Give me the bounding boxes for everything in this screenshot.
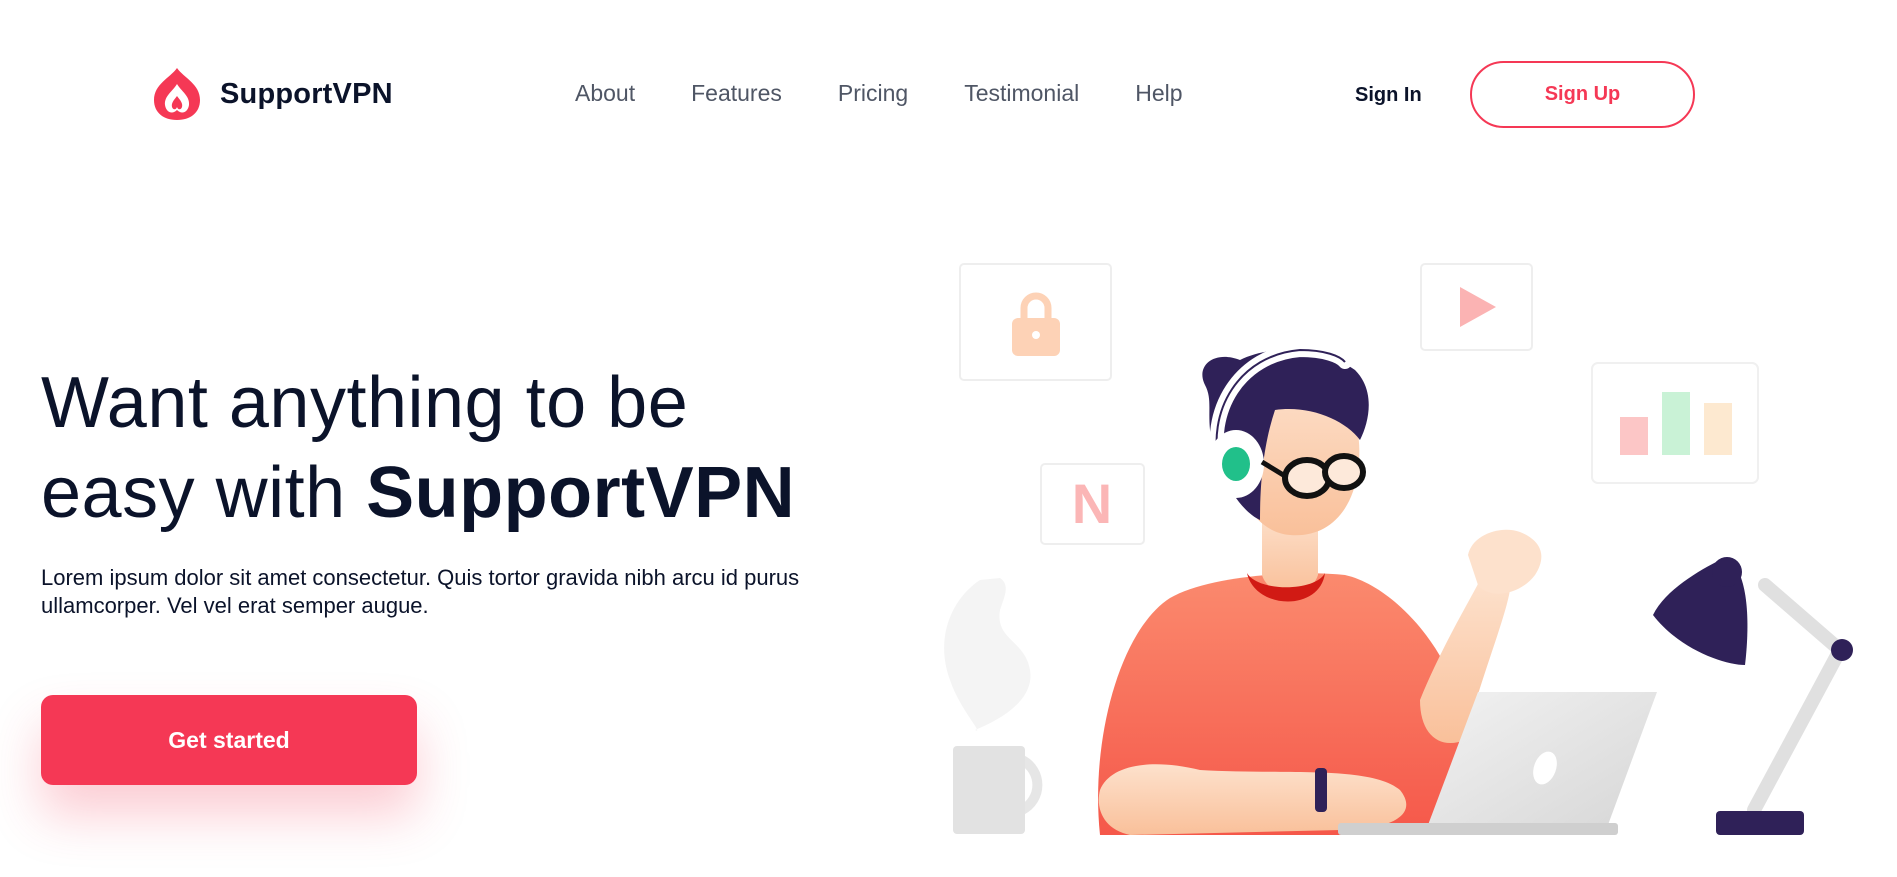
- hero-headline: Want anything to be easy with SupportVPN: [41, 358, 795, 538]
- headline-brand: SupportVPN: [366, 453, 796, 533]
- sign-in-link[interactable]: Sign In: [1355, 84, 1422, 107]
- sign-up-button[interactable]: Sign Up: [1470, 61, 1695, 128]
- nav-about[interactable]: About: [575, 80, 635, 107]
- netflix-card: N: [1040, 463, 1145, 545]
- main-nav: About Features Pricing Testimonial Help: [575, 80, 1183, 107]
- headline-line-1: Want anything to be: [41, 363, 689, 443]
- chart-card: [1591, 362, 1759, 484]
- desk-lamp-icon: [1653, 557, 1853, 835]
- play-card: [1420, 263, 1533, 351]
- nav-features[interactable]: Features: [691, 80, 782, 107]
- coffee-mug-icon: [953, 746, 1043, 834]
- lock-card: [959, 263, 1112, 381]
- brand-logo[interactable]: SupportVPN: [150, 66, 393, 122]
- vpn-logo-icon: [154, 68, 200, 120]
- nav-pricing[interactable]: Pricing: [838, 80, 908, 107]
- netflix-icon: N: [1072, 472, 1112, 535]
- headline-line-2-prefix: easy with: [41, 453, 367, 533]
- nav-help[interactable]: Help: [1135, 80, 1182, 107]
- nav-testimonial[interactable]: Testimonial: [964, 80, 1079, 107]
- steam: [944, 578, 1031, 731]
- hero-illustration: N: [944, 263, 1853, 835]
- get-started-button[interactable]: Get started: [41, 695, 417, 785]
- hero-subtext: Lorem ipsum dolor sit amet consectetur. …: [41, 565, 800, 618]
- brand-name: SupportVPN: [220, 77, 393, 110]
